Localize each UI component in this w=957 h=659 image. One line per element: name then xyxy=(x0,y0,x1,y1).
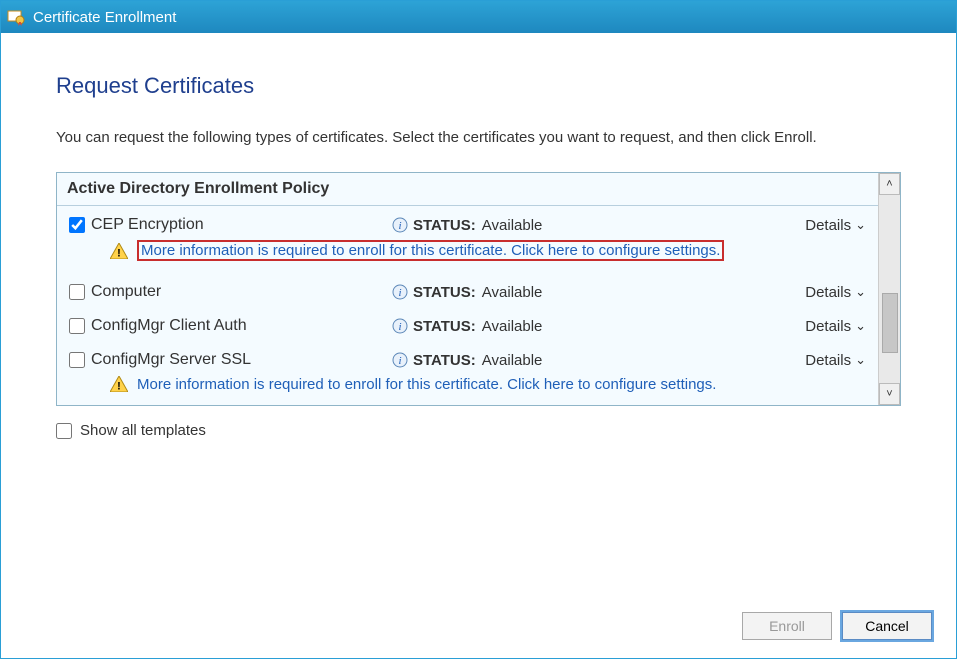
policy-list: Active Directory Enrollment Policy CEP E… xyxy=(57,173,878,405)
show-all-templates-row[interactable]: Show all templates xyxy=(56,422,901,439)
status-label: STATUS: xyxy=(413,318,476,335)
cert-row-configmgr-client-auth: ConfigMgr Client Auth i STATUS: Availabl… xyxy=(57,307,878,341)
page-description: You can request the following types of c… xyxy=(56,127,901,148)
window-title: Certificate Enrollment xyxy=(33,9,176,26)
status-value: Available xyxy=(482,284,543,301)
cert-name: CEP Encryption xyxy=(91,216,391,234)
scroll-down-button[interactable]: ˅ xyxy=(879,383,900,405)
titlebar: Certificate Enrollment xyxy=(1,1,956,33)
policy-box: Active Directory Enrollment Policy CEP E… xyxy=(56,172,901,406)
cancel-button[interactable]: Cancel xyxy=(842,612,932,640)
cert-row-computer: Computer i STATUS: Available Details ⌄ xyxy=(57,273,878,307)
chevron-down-icon: ⌄ xyxy=(855,217,866,233)
svg-text:i: i xyxy=(398,321,401,333)
warning-icon: ! xyxy=(109,242,129,260)
svg-text:i: i xyxy=(398,355,401,367)
chevron-down-icon: ⌄ xyxy=(855,318,866,334)
page-heading: Request Certificates xyxy=(56,73,901,99)
details-toggle[interactable]: Details ⌄ xyxy=(805,217,866,234)
details-toggle[interactable]: Details ⌄ xyxy=(805,318,866,335)
chevron-down-icon: ⌄ xyxy=(855,284,866,300)
info-icon: i xyxy=(391,283,409,301)
svg-text:!: ! xyxy=(117,381,121,393)
warning-icon: ! xyxy=(109,375,129,393)
cert-row-cep-encryption: CEP Encryption i STATUS: Available Detai… xyxy=(57,206,878,273)
policy-header: Active Directory Enrollment Policy xyxy=(57,173,878,206)
cert-checkbox-configmgr-client-auth[interactable] xyxy=(69,318,85,334)
button-row: Enroll Cancel xyxy=(742,612,932,640)
enroll-button[interactable]: Enroll xyxy=(742,612,832,640)
svg-text:i: i xyxy=(398,287,401,299)
info-icon: i xyxy=(391,216,409,234)
cert-checkbox-cep-encryption[interactable] xyxy=(69,217,85,233)
cert-name: ConfigMgr Client Auth xyxy=(91,317,391,335)
cert-row-configmgr-server-ssl: ConfigMgr Server SSL i STATUS: Available… xyxy=(57,341,878,405)
scroll-up-button[interactable]: ˄ xyxy=(879,173,900,195)
cert-name: ConfigMgr Server SSL xyxy=(91,351,391,369)
status-label: STATUS: xyxy=(413,217,476,234)
status-label: STATUS: xyxy=(413,352,476,369)
chevron-down-icon: ⌄ xyxy=(855,352,866,368)
more-info-link[interactable]: More information is required to enroll f… xyxy=(137,376,716,393)
certificate-app-icon xyxy=(7,8,25,26)
details-toggle[interactable]: Details ⌄ xyxy=(805,284,866,301)
details-toggle[interactable]: Details ⌄ xyxy=(805,352,866,369)
more-info-link[interactable]: More information is required to enroll f… xyxy=(137,240,724,261)
svg-text:!: ! xyxy=(117,247,121,259)
scroll-thumb[interactable] xyxy=(882,293,898,353)
svg-text:i: i xyxy=(398,220,401,232)
status-value: Available xyxy=(482,318,543,335)
cert-checkbox-configmgr-server-ssl[interactable] xyxy=(69,352,85,368)
show-all-templates-checkbox[interactable] xyxy=(56,423,72,439)
status-label: STATUS: xyxy=(413,284,476,301)
status-value: Available xyxy=(482,217,543,234)
cert-checkbox-computer[interactable] xyxy=(69,284,85,300)
status-value: Available xyxy=(482,352,543,369)
info-icon: i xyxy=(391,317,409,335)
cert-name: Computer xyxy=(91,283,391,301)
vertical-scrollbar[interactable]: ˄ ˅ xyxy=(878,173,900,405)
info-icon: i xyxy=(391,351,409,369)
show-all-templates-label: Show all templates xyxy=(80,422,206,439)
